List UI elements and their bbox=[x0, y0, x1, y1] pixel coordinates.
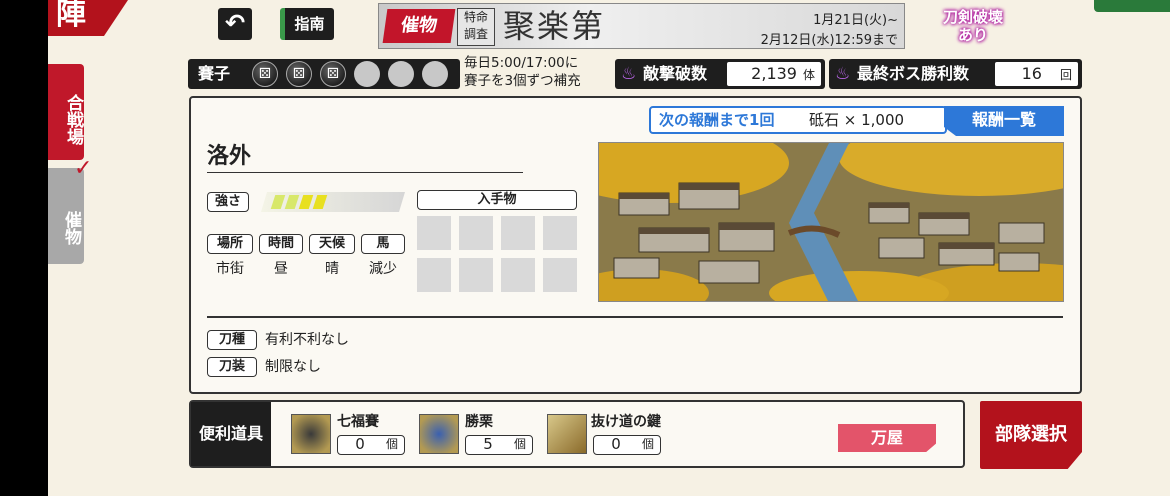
boss-wins-stat: ♨ 最終ボス勝利数 16 回 bbox=[829, 59, 1082, 89]
dice-empty-icon bbox=[354, 61, 380, 87]
info-label-horse: 馬 bbox=[361, 234, 405, 254]
info-value-location: 市街 bbox=[216, 261, 244, 277]
guide-button[interactable]: 指南 bbox=[280, 8, 334, 40]
condition-label-sword-type: 刀種 bbox=[207, 330, 257, 350]
item-slot bbox=[501, 258, 535, 292]
info-label-weather: 天候 bbox=[309, 234, 355, 254]
area-map-image bbox=[598, 142, 1064, 302]
item-slot bbox=[459, 216, 493, 250]
info-value-horse: 減少 bbox=[369, 261, 397, 277]
enemies-defeated-stat: ♨ 敵撃破数 2,139 体 bbox=[615, 59, 825, 89]
key-item-icon[interactable] bbox=[547, 414, 587, 454]
strength-segment bbox=[271, 195, 286, 209]
side-tab-event[interactable]: 催物 bbox=[48, 168, 84, 264]
tool-name: 勝栗 bbox=[465, 414, 493, 430]
dice-full-icon: ⚄ bbox=[252, 61, 278, 87]
tools-label: 便利道具 bbox=[191, 402, 271, 466]
next-reward-label: 次の報酬まで1回 bbox=[659, 111, 775, 129]
area-name: 洛外 bbox=[207, 143, 252, 169]
info-label-location: 場所 bbox=[207, 234, 253, 254]
tool-name: 七福賽 bbox=[337, 414, 379, 430]
chestnut-item-icon[interactable] bbox=[419, 414, 459, 454]
enemies-defeated-value: 2,139 体 bbox=[727, 62, 821, 86]
back-arrow-icon: ↶ bbox=[224, 9, 246, 37]
strength-segment bbox=[313, 195, 328, 209]
tool-count: 5個 bbox=[465, 435, 533, 455]
tool-count: 0個 bbox=[337, 435, 405, 455]
top-right-menu-tab[interactable] bbox=[1094, 0, 1170, 12]
item-slot bbox=[543, 258, 577, 292]
dice-empty-icon bbox=[422, 61, 448, 87]
item-slot bbox=[459, 258, 493, 292]
reward-list-button[interactable]: 報酬一覧 bbox=[944, 106, 1064, 136]
info-label-time: 時間 bbox=[259, 234, 303, 254]
flame-icon: ♨ bbox=[621, 64, 637, 84]
area-panel: 次の報酬まで1回 砥石 × 1,000 報酬一覧 洛外 強さ 入手物 場所 時間… bbox=[189, 96, 1082, 394]
item-slot bbox=[543, 216, 577, 250]
dice-label: 賽子 bbox=[198, 64, 231, 83]
enemies-defeated-label: 敵撃破数 bbox=[643, 64, 708, 83]
item-slot bbox=[501, 216, 535, 250]
event-date-start: 1月21日(火)~ bbox=[813, 13, 898, 28]
next-reward-box: 次の報酬まで1回 砥石 × 1,000 bbox=[649, 106, 947, 134]
strength-segment bbox=[285, 195, 300, 209]
condition-value-sword-type: 有利不利なし bbox=[265, 332, 349, 348]
event-title: 聚楽第 bbox=[503, 7, 606, 45]
event-tag: 催物 bbox=[382, 9, 456, 43]
item-slot bbox=[417, 216, 451, 250]
game-screen: 陣 ↶ 指南 催物 特命 調査 聚楽第 1月21日(火)~ 2月12日(水)12… bbox=[48, 0, 1170, 496]
back-button[interactable]: ↶ bbox=[218, 8, 252, 40]
sword-break-badge: 刀剣破壊 あり bbox=[942, 8, 1003, 44]
strength-segment bbox=[299, 195, 314, 209]
shop-button[interactable]: 万屋 bbox=[838, 424, 936, 452]
strength-meter bbox=[261, 192, 405, 212]
dice-item-icon[interactable] bbox=[291, 414, 331, 454]
tool-count: 0個 bbox=[593, 435, 661, 455]
divider bbox=[207, 172, 523, 173]
acquire-items-label: 入手物 bbox=[417, 190, 577, 210]
dice-full-icon: ⚄ bbox=[320, 61, 346, 87]
boss-wins-value: 16 回 bbox=[995, 62, 1078, 86]
item-slot bbox=[417, 258, 451, 292]
checkmark-icon: ✓ bbox=[74, 156, 93, 181]
boss-wins-label: 最終ボス勝利数 bbox=[857, 64, 970, 83]
side-tab-battlefield[interactable]: 合戦場 bbox=[48, 64, 84, 160]
event-type-box: 特命 調査 bbox=[457, 8, 495, 46]
flame-icon: ♨ bbox=[835, 64, 851, 84]
strength-badge: 強さ bbox=[207, 192, 249, 212]
info-value-weather: 晴 bbox=[325, 261, 339, 277]
event-banner[interactable]: 催物 特命 調査 聚楽第 1月21日(火)~ 2月12日(水)12:59まで bbox=[378, 3, 905, 49]
info-value-time: 昼 bbox=[274, 261, 288, 277]
camp-corner-tag: 陣 bbox=[48, 0, 128, 36]
condition-value-equipment: 制限なし bbox=[265, 359, 321, 375]
dice-full-icon: ⚄ bbox=[286, 61, 312, 87]
dice-refill-note: 毎日5:00/17:00に 賽子を3個ずつ補充 bbox=[464, 55, 581, 89]
event-date-end: 2月12日(水)12:59まで bbox=[760, 33, 898, 48]
condition-label-equipment: 刀装 bbox=[207, 357, 257, 377]
divider bbox=[207, 316, 1063, 318]
tool-name: 抜け道の鍵 bbox=[591, 414, 661, 430]
dice-bar: 賽子 ⚄ ⚄ ⚄ bbox=[188, 59, 460, 89]
next-reward-item: 砥石 × 1,000 bbox=[809, 111, 905, 129]
dice-empty-icon bbox=[388, 61, 414, 87]
unit-select-button[interactable]: 部隊選択 bbox=[980, 401, 1082, 469]
